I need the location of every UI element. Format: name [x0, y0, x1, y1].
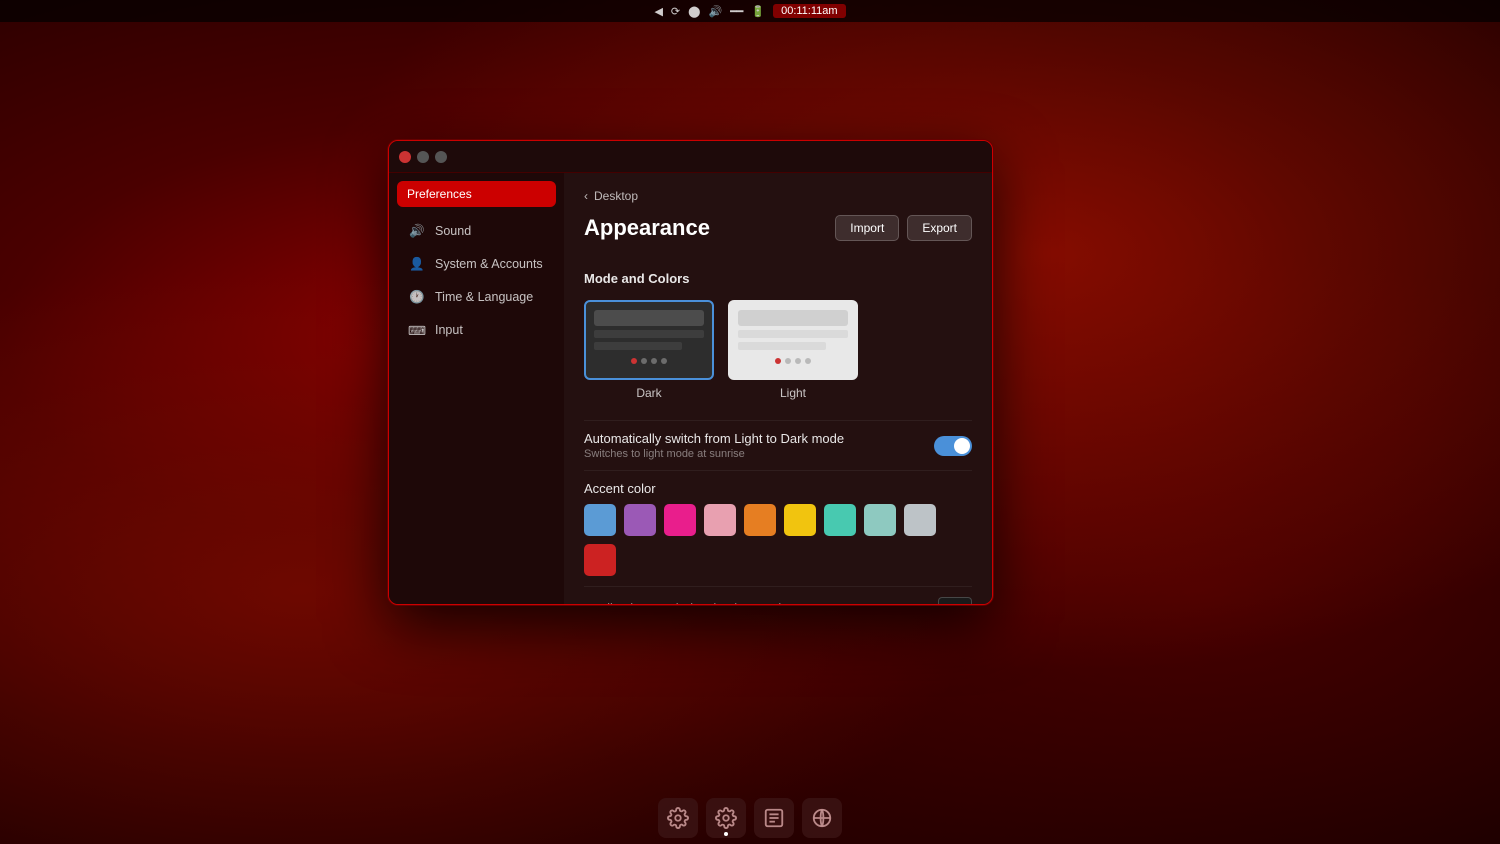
system-icon: 👤	[409, 256, 425, 272]
accent-orange[interactable]	[744, 504, 776, 536]
mode-card-light[interactable]: Light	[728, 300, 858, 400]
preview-bar-light	[738, 310, 848, 326]
dot2	[785, 358, 791, 364]
back-arrow-icon: ‹	[584, 189, 588, 203]
page-title: Appearance	[584, 215, 710, 241]
preview-content-light2	[738, 342, 826, 350]
taskbar-top: ◀ ⟳ ⬤ 🔊 ━━ 🔋 00:11:11am	[0, 0, 1500, 22]
accent-color-section: Accent color	[584, 470, 972, 586]
dark-preview	[584, 300, 714, 380]
taskbar-bat[interactable]: 🔋	[751, 5, 765, 18]
preview-dots-dark	[586, 358, 712, 364]
import-button[interactable]: Import	[835, 215, 899, 241]
accent-green[interactable]	[864, 504, 896, 536]
sidebar-item-system[interactable]: 👤 System & Accounts	[395, 248, 558, 280]
maximize-button[interactable]	[435, 151, 447, 163]
dot3	[795, 358, 801, 364]
preview-dots-light	[730, 358, 856, 364]
mode-cards: Dark Light	[584, 300, 972, 400]
import-export-row: Import Export	[835, 215, 972, 241]
sound-icon: 🔊	[409, 223, 425, 239]
app-bg-swatch[interactable]	[938, 597, 972, 604]
taskbar-time: 00:11:11am	[773, 4, 845, 18]
accent-pink[interactable]	[664, 504, 696, 536]
dot2	[641, 358, 647, 364]
dot1	[631, 358, 637, 364]
taskbar-notes[interactable]	[754, 798, 794, 838]
settings2-dot	[724, 832, 728, 836]
preview-content-dark2	[594, 342, 682, 350]
window-content: Preferences 🔊 Sound 👤 System & Accounts …	[389, 173, 992, 604]
back-link[interactable]: ‹ Desktop	[584, 189, 972, 203]
dot1	[775, 358, 781, 364]
settings-window: Preferences 🔊 Sound 👤 System & Accounts …	[388, 140, 993, 605]
auto-switch-toggle[interactable]	[934, 436, 972, 456]
sidebar-item-time[interactable]: 🕐 Time & Language	[395, 281, 558, 313]
taskbar-browser[interactable]	[802, 798, 842, 838]
sidebar-label-input: Input	[435, 323, 463, 337]
sidebar-label-time: Time & Language	[435, 290, 533, 304]
notes-icon	[763, 807, 785, 829]
taskbar-home[interactable]: ⬤	[688, 5, 700, 18]
title-bar-controls	[399, 151, 447, 163]
accent-color-label: Accent color	[584, 481, 972, 496]
close-button[interactable]	[399, 151, 411, 163]
gear-icon1	[667, 807, 689, 829]
back-label: Desktop	[594, 189, 638, 203]
time-icon: 🕐	[409, 289, 425, 305]
dot3	[651, 358, 657, 364]
input-icon: ⌨	[409, 322, 425, 338]
accent-colors	[584, 504, 972, 576]
preview-content-dark1	[594, 330, 704, 338]
app-bg-row: Application or window background	[584, 586, 972, 604]
auto-switch-row: Automatically switch from Light to Dark …	[584, 420, 972, 470]
light-preview	[728, 300, 858, 380]
taskbar-vol[interactable]: 🔊	[708, 5, 722, 18]
auto-switch-label: Automatically switch from Light to Dark …	[584, 431, 844, 446]
app-bg-label: Application or window background	[584, 601, 781, 605]
accent-grey[interactable]	[904, 504, 936, 536]
main-panel: ‹ Desktop Appearance Import Export Mode …	[564, 173, 992, 604]
accent-blue[interactable]	[584, 504, 616, 536]
dot4	[805, 358, 811, 364]
taskbar-back[interactable]: ◀	[654, 5, 662, 18]
browser-icon	[811, 807, 833, 829]
preview-content-light1	[738, 330, 848, 338]
toggle-knob	[954, 438, 970, 454]
sidebar-label-sound: Sound	[435, 224, 471, 238]
dark-mode-label: Dark	[636, 386, 661, 400]
sidebar-search[interactable]: Preferences	[397, 181, 556, 207]
taskbar-settings2[interactable]	[706, 798, 746, 838]
auto-switch-info: Automatically switch from Light to Dark …	[584, 431, 844, 460]
gear-icon2	[715, 807, 737, 829]
taskbar-settings1[interactable]	[658, 798, 698, 838]
mode-card-dark[interactable]: Dark	[584, 300, 714, 400]
accent-red[interactable]	[584, 544, 616, 576]
sidebar: Preferences 🔊 Sound 👤 System & Accounts …	[389, 173, 564, 604]
title-bar	[389, 141, 992, 173]
preview-bar-dark	[594, 310, 704, 326]
light-mode-label: Light	[780, 386, 806, 400]
sidebar-item-input[interactable]: ⌨ Input	[395, 314, 558, 346]
accent-teal[interactable]	[824, 504, 856, 536]
minimize-button[interactable]	[417, 151, 429, 163]
taskbar-bottom	[0, 792, 1500, 844]
dot4	[661, 358, 667, 364]
sidebar-label-system: System & Accounts	[435, 257, 543, 271]
auto-switch-desc: Switches to light mode at sunrise	[584, 448, 844, 460]
mode-section-title: Mode and Colors	[584, 271, 972, 286]
accent-yellow[interactable]	[784, 504, 816, 536]
export-button[interactable]: Export	[907, 215, 972, 241]
sidebar-item-sound[interactable]: 🔊 Sound	[395, 215, 558, 247]
accent-purple[interactable]	[624, 504, 656, 536]
accent-light-pink[interactable]	[704, 504, 736, 536]
taskbar-refresh[interactable]: ⟳	[671, 5, 680, 18]
taskbar-wifi[interactable]: ━━	[730, 5, 743, 18]
